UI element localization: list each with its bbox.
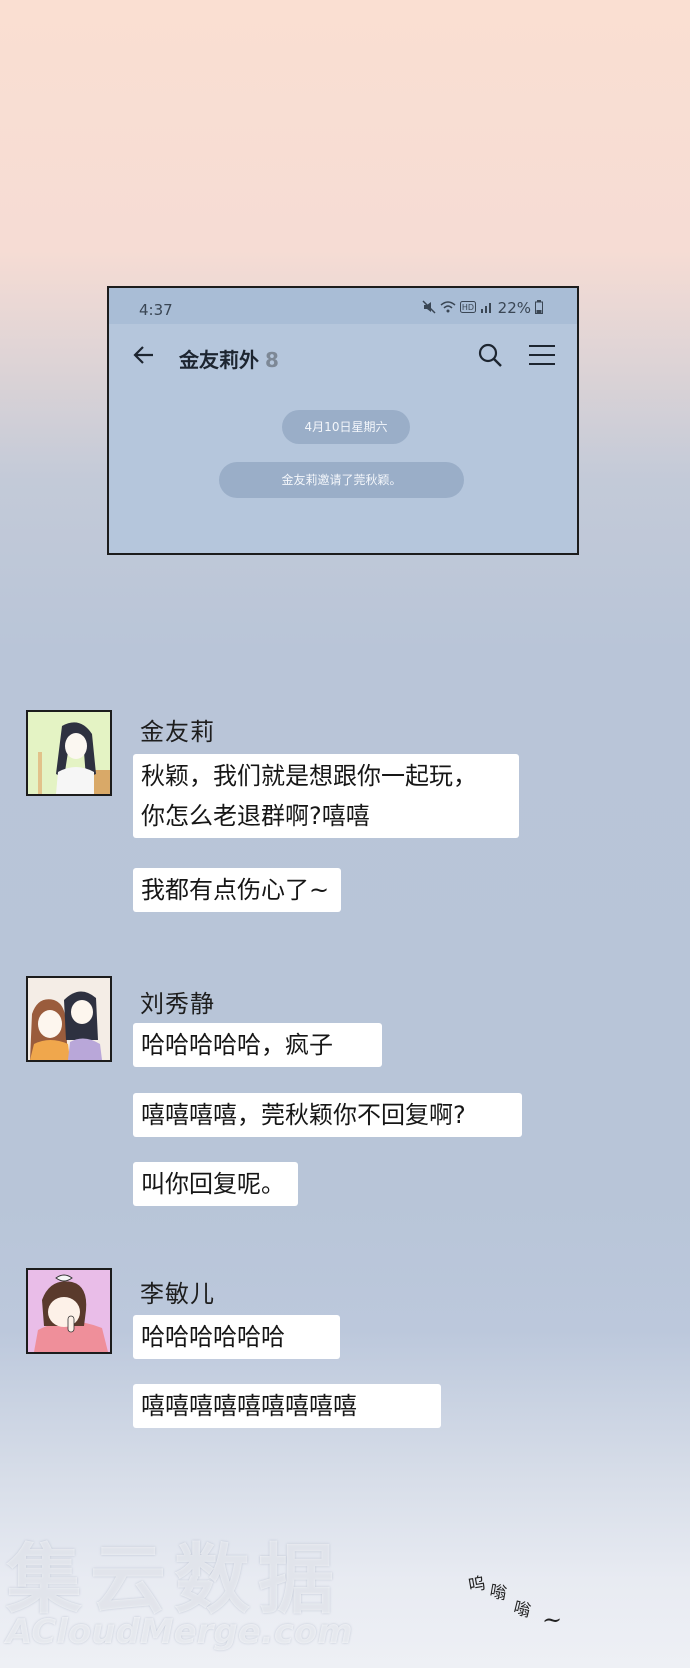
member-count: 8 xyxy=(265,348,279,372)
sender-name: 李敏儿 xyxy=(140,1280,215,1308)
avatar xyxy=(26,976,112,1062)
sender-name: 金友莉 xyxy=(140,718,215,746)
status-bar: 4:37 HD 22% xyxy=(109,288,577,324)
sfx-text: 呜 xyxy=(466,1573,488,1597)
back-arrow-icon[interactable] xyxy=(131,342,157,368)
date-divider: 4月10日星期六 xyxy=(282,410,410,444)
chat-header: 金友莉外 8 xyxy=(109,324,577,388)
menu-icon[interactable] xyxy=(527,342,557,368)
mute-icon xyxy=(422,299,436,317)
status-time: 4:37 xyxy=(139,301,173,319)
message-bubble: 叫你回复呢。 xyxy=(133,1162,298,1206)
sfx-text: 嗡 xyxy=(487,1581,509,1605)
svg-text:HD: HD xyxy=(462,303,474,312)
avatar xyxy=(26,1268,112,1354)
message-bubble: 哈哈哈哈哈，疯子 xyxy=(133,1023,382,1067)
avatar xyxy=(26,710,112,796)
system-notice: 金友莉邀请了莞秋颖。 xyxy=(219,462,464,498)
status-icons: HD 22% xyxy=(422,299,543,317)
message-bubble: 嘻嘻嘻嘻嘻嘻嘻嘻嘻 xyxy=(133,1384,441,1428)
message-bubble: 嘻嘻嘻嘻，莞秋颖你不回复啊? xyxy=(133,1093,522,1137)
sfx-text: 嗡 xyxy=(511,1598,533,1622)
signal-icon xyxy=(480,301,494,316)
phone-screen: 4:37 HD 22% 金友莉外 8 4月10日星期六 金友莉邀请了莞秋颖。 xyxy=(107,286,579,555)
message-text: 秋颖，我们就是想跟你一起玩， xyxy=(141,762,477,790)
hd-icon: HD xyxy=(459,300,476,316)
message-bubble: 哈哈哈哈哈哈 xyxy=(133,1315,340,1359)
wifi-icon xyxy=(440,300,456,317)
battery-icon xyxy=(535,299,543,317)
sfx-text: ~ xyxy=(542,1606,563,1634)
chat-name: 金友莉外 xyxy=(179,348,259,372)
sender-name: 刘秀静 xyxy=(140,990,215,1018)
watermark-url: ACloudMerge.com xyxy=(6,1612,353,1652)
battery-percent: 22% xyxy=(497,299,531,317)
message-bubble: 秋颖，我们就是想跟你一起玩， 你怎么老退群啊?嘻嘻 xyxy=(133,754,519,838)
search-icon[interactable] xyxy=(477,342,503,368)
message-text: 你怎么老退群啊?嘻嘻 xyxy=(141,802,370,830)
message-bubble: 我都有点伤心了~ xyxy=(133,868,341,912)
chat-title: 金友莉外 8 xyxy=(179,344,279,373)
